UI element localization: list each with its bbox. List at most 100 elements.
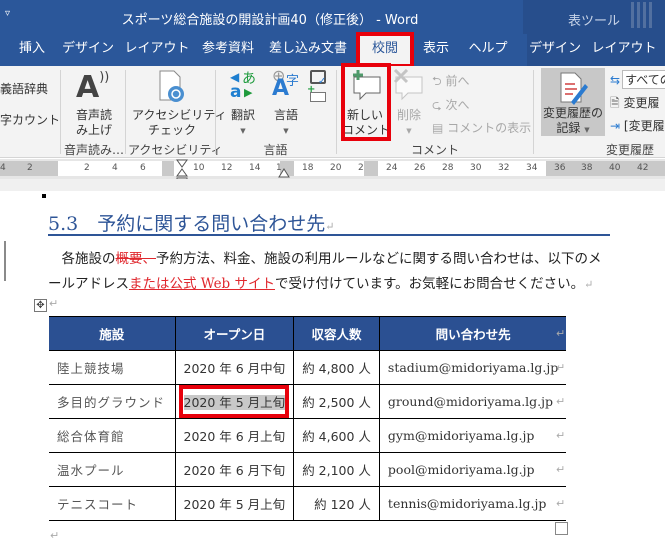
ruler-number: 40: [609, 163, 621, 173]
row-end-mark: ↵: [556, 361, 566, 374]
ruler-gap: [0, 179, 665, 191]
show-comments-button[interactable]: ▤ コメントの表示: [432, 119, 531, 136]
ruler-number: 38: [581, 163, 593, 173]
horizontal-ruler[interactable]: 4 2 2 4 6 10 12 14 1 18 20 2 24 26 28 30…: [0, 159, 665, 186]
ruler-column-marker: [364, 161, 378, 176]
tab-design[interactable]: デザイン: [60, 34, 116, 66]
ruler-number: 30: [470, 163, 482, 173]
track-changes-button[interactable]: 変更履歴の 記録 ▼: [541, 68, 605, 136]
right-indent-marker-icon[interactable]: [278, 167, 290, 179]
ruler-number: 10: [193, 163, 205, 173]
table-row: 温水プール 2020 年 6 月下旬 約 2,100 人 pool@midori…: [49, 452, 567, 487]
tab-view[interactable]: 表示: [418, 34, 454, 66]
tab-insert[interactable]: 挿入: [12, 34, 52, 66]
table-resize-handle[interactable]: [555, 522, 568, 535]
cell-contact[interactable]: ground@midoriyama.lg.jp: [378, 384, 567, 419]
tab-review[interactable]: 校閲: [360, 34, 410, 66]
body-paragraph-line-1: 各施設の概要、予約方法、料金、施設の利用ルールなどに関する問い合わせは、以下のメ: [48, 251, 602, 267]
track-changes-label-1: 変更履歴の: [542, 106, 603, 120]
table-row: 多目的グラウンド 2020 年 5 月上旬 約 2,500 人 ground@m…: [49, 384, 567, 419]
header-open-date[interactable]: オープン日: [174, 316, 295, 351]
ruler-number: 12: [221, 163, 233, 173]
deleted-text: 概要、: [115, 251, 157, 267]
read-aloud-icon: A)): [76, 70, 110, 105]
table-row: テニスコート 2020 年 5 月上旬 約 120 人 tennis@midor…: [49, 486, 567, 521]
reviewing-pane-icon: ⇥: [610, 119, 621, 133]
cell-capacity[interactable]: 約 120 人: [293, 486, 380, 521]
body-paragraph-line-2: ールアドレスまたは公式 Web サイトで受け付けています。お気軽にお問合せくださ…: [48, 276, 594, 292]
tab-table-design[interactable]: デザイン: [527, 34, 583, 66]
cell-facility[interactable]: 温水プール: [49, 452, 176, 487]
cell-open-date[interactable]: 2020 年 6 月中旬: [174, 350, 295, 385]
ruler-number: 14: [249, 163, 261, 173]
read-aloud-label-2: み上げ: [75, 123, 112, 137]
next-comment-button[interactable]: ⮎ 次へ: [432, 96, 469, 117]
cell-capacity[interactable]: 約 4,600 人: [293, 418, 380, 453]
cell-facility[interactable]: 総合体育館: [49, 418, 176, 453]
cell-contact[interactable]: stadium@midoriyama.lg.jp: [378, 350, 567, 385]
row-end-mark: ↵: [556, 395, 566, 408]
separator: [215, 70, 216, 154]
comments-group-label: コメント: [410, 143, 459, 157]
separator: [533, 70, 534, 154]
document-page[interactable]: 5.3 予約に関する問い合わせ先↵ 各施設の概要、予約方法、料金、施設の利用ルー…: [0, 191, 665, 556]
translate-label: 翻訳: [230, 108, 255, 122]
new-comment-label-1: 新しい: [346, 108, 383, 122]
paragraph-mark: ↵: [49, 297, 59, 310]
keyboard-icon[interactable]: +: [307, 84, 326, 102]
cell-open-date[interactable]: 2020 年 6 月下旬: [174, 452, 295, 487]
ruler-number: 18: [302, 163, 314, 173]
ruler-number: 2: [27, 163, 33, 173]
cell-contact[interactable]: pool@midoriyama.lg.jp: [378, 452, 567, 487]
row-end-mark: ↵: [556, 327, 566, 340]
language-group-label: 言語: [263, 143, 288, 157]
speech-group-label: 音声読み…: [63, 143, 124, 157]
cell-open-date-selected[interactable]: 2020 年 5 月上旬: [174, 384, 295, 419]
ruler-column-marker: [162, 161, 174, 176]
cell-facility[interactable]: 多目的グラウンド: [49, 384, 176, 419]
ruler-number: 42: [637, 163, 649, 173]
device-language-icon[interactable]: ✓: [310, 70, 326, 87]
thesaurus-button[interactable]: 義語辞典: [0, 80, 48, 97]
ruler-number: 26: [414, 163, 426, 173]
ruler-text-area: [378, 161, 546, 176]
cell-capacity[interactable]: 約 2,100 人: [293, 452, 380, 487]
ruler-number: 2: [84, 163, 90, 173]
header-contact[interactable]: 問い合わせ先: [378, 316, 567, 351]
row-end-mark: ↵: [556, 463, 566, 476]
cell-facility[interactable]: 陸上競技場: [49, 350, 176, 385]
tab-table-layout[interactable]: レイアウト: [583, 34, 665, 66]
previous-comment-button[interactable]: ⮌ 前へ: [432, 72, 469, 93]
cell-open-date[interactable]: 2020 年 6 月上旬: [174, 418, 295, 453]
ruler-number: 6: [140, 163, 146, 173]
tab-layout[interactable]: レイアウト: [124, 34, 190, 66]
show-markup-button[interactable]: 🗎 変更履: [610, 94, 665, 115]
cell-contact[interactable]: gym@midoriyama.lg.jp: [378, 418, 567, 453]
cell-capacity[interactable]: 約 4,800 人: [293, 350, 380, 385]
separator: [336, 70, 337, 154]
row-end-mark: ↵: [556, 429, 566, 442]
window-decoration: [631, 2, 653, 28]
ruler-number: 34: [526, 163, 538, 173]
reviewing-pane-button[interactable]: ⇥ [変更履: [610, 117, 665, 134]
accessibility-group-label: アクセシビリティ: [128, 143, 223, 157]
language-icon: ⊕ A 字: [272, 66, 300, 101]
markup-display-dropdown[interactable]: ⇆すべての: [610, 70, 665, 89]
table-move-handle-icon[interactable]: ✥: [34, 299, 47, 312]
word-count-button[interactable]: 字カウント: [0, 111, 60, 128]
accessibility-label-2: チェック: [147, 123, 196, 137]
header-facility[interactable]: 施設: [49, 316, 176, 351]
cell-open-date[interactable]: 2020 年 5 月上旬: [174, 486, 295, 521]
selected-text: 2020 年 5 月上旬: [183, 395, 286, 410]
cell-capacity[interactable]: 約 2,500 人: [293, 384, 380, 419]
tab-mailings[interactable]: 差し込み文書: [266, 34, 350, 66]
header-capacity[interactable]: 収容人数: [293, 316, 380, 351]
translate-dropdown-icon: ▼: [240, 127, 246, 135]
cell-contact[interactable]: tennis@midoriyama.lg.jp: [378, 486, 567, 521]
ruler-text-area: [58, 161, 162, 176]
tab-references[interactable]: 参考資料: [198, 34, 258, 66]
cell-facility[interactable]: テニスコート: [49, 486, 176, 521]
ruler-number: 2: [358, 163, 364, 173]
tab-help[interactable]: ヘルプ: [466, 34, 510, 66]
accessibility-check-icon: [159, 70, 184, 102]
